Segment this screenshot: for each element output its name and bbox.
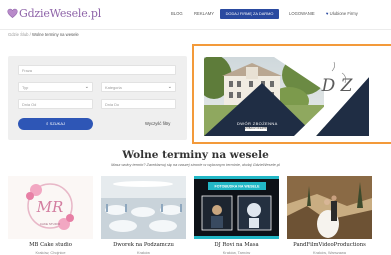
listing-card[interactable]: FOTOBUDKA NA WESELE DJ Rovi na Masa Krak… bbox=[194, 176, 279, 255]
date-to-input[interactable]: Dnia Do bbox=[101, 99, 176, 109]
listing-card[interactable]: MR CAKE STUDIO MB Cake studio Kraków, Ch… bbox=[8, 176, 93, 255]
search-filter-panel: Fraza Typ ⌄ Kategoria ⌄ Dnia Od Dnia Do … bbox=[8, 56, 187, 140]
listing-image: FOTOBUDKA NA WESELE bbox=[194, 176, 279, 239]
monogram-text: D Z bbox=[321, 76, 354, 96]
breadcrumb-home[interactable]: Gdzie Ślub bbox=[8, 32, 28, 37]
breadcrumb: Gdzie Ślub / Wolne terminy na wesele bbox=[8, 32, 79, 37]
listing-location: Kraków, Chojnice bbox=[35, 250, 66, 255]
svg-text:MR: MR bbox=[36, 198, 64, 216]
heart-icon: ♥ bbox=[326, 11, 329, 16]
listing-name[interactable]: MB Cake studio bbox=[8, 242, 93, 248]
ad-banner-frame: D Z DWÓR ZBOŻENNA ZOBACZ OFERTĘ bbox=[192, 44, 391, 144]
search-button[interactable]: ⌕ SZUKAJ bbox=[18, 118, 93, 130]
chevron-down-icon: ⌄ bbox=[167, 84, 172, 90]
listing-name[interactable]: PandFilmVideoProductions bbox=[287, 242, 372, 248]
heart-logo-icon bbox=[7, 8, 18, 18]
search-icon: ⌕ bbox=[46, 121, 49, 126]
breadcrumb-separator: / bbox=[29, 32, 31, 37]
listing-name[interactable]: Dworek na Podzamczu bbox=[101, 242, 186, 248]
nav-favorites-label: Ulubione Firmy bbox=[329, 11, 358, 16]
ad-venue-title: DWÓR ZBOŻENNA bbox=[237, 121, 278, 126]
type-select-value: Typ bbox=[22, 85, 29, 90]
breadcrumb-current: Wolne terminy na wesele bbox=[32, 32, 79, 37]
type-select[interactable]: Typ ⌄ bbox=[18, 82, 93, 92]
date-from-input[interactable]: Dnia Od bbox=[18, 99, 93, 109]
section-subtitle: Masz wolny termin? Zareklamuj się na nas… bbox=[111, 162, 280, 167]
section-title: Wolne terminy na wesele bbox=[122, 149, 269, 161]
chevron-down-icon: ⌄ bbox=[84, 84, 89, 90]
listing-location: Kraków, Warszawa bbox=[313, 250, 346, 255]
nav-add-company-button[interactable]: DODAJ FIRMĘ ZA DARMO bbox=[220, 9, 279, 19]
keyword-input[interactable]: Fraza bbox=[18, 65, 176, 75]
listing-image bbox=[101, 176, 186, 239]
nav-login-link[interactable]: LOGOWANIE bbox=[289, 11, 315, 16]
listing-card[interactable]: PandFilmVideoProductions Kraków, Warszaw… bbox=[287, 176, 372, 255]
photobooth-banner: FOTOBUDKA NA WESELE bbox=[215, 185, 261, 189]
nav-ads-link[interactable]: REKLAMY bbox=[194, 11, 214, 16]
listing-image bbox=[287, 176, 372, 239]
site-logo[interactable]: GdzieWesele.pl bbox=[7, 7, 101, 20]
top-navigation-bar: GdzieWesele.pl BLOG REKLAMY DODAJ FIRMĘ … bbox=[0, 0, 391, 30]
logo-text: GdzieWesele.pl bbox=[19, 7, 102, 20]
category-select-value: Kategoria bbox=[105, 85, 122, 90]
ad-banner[interactable]: D Z DWÓR ZBOŻENNA ZOBACZ OFERTĘ bbox=[204, 57, 369, 136]
clear-filters-link[interactable]: Wyczyść filtry bbox=[145, 121, 170, 126]
listing-location: Kraków, Tarnów bbox=[222, 250, 251, 255]
nav-blog-link[interactable]: BLOG bbox=[171, 11, 183, 16]
listing-location: Kraków bbox=[137, 250, 150, 255]
search-button-label: SZUKAJ bbox=[49, 121, 65, 126]
listing-name[interactable]: DJ Rovi na Masa bbox=[194, 242, 279, 248]
manor-photo: D Z bbox=[204, 57, 369, 136]
ad-see-offer-button[interactable]: ZOBACZ OFERTĘ bbox=[245, 127, 267, 131]
cake-studio-label: CAKE STUDIO bbox=[40, 222, 61, 226]
listing-image: MR CAKE STUDIO bbox=[8, 176, 93, 239]
category-select[interactable]: Kategoria ⌄ bbox=[101, 82, 176, 92]
nav-favorites-link[interactable]: ♥ Ulubione Firmy bbox=[326, 11, 358, 16]
listing-card[interactable]: Dworek na Podzamczu Kraków bbox=[101, 176, 186, 255]
